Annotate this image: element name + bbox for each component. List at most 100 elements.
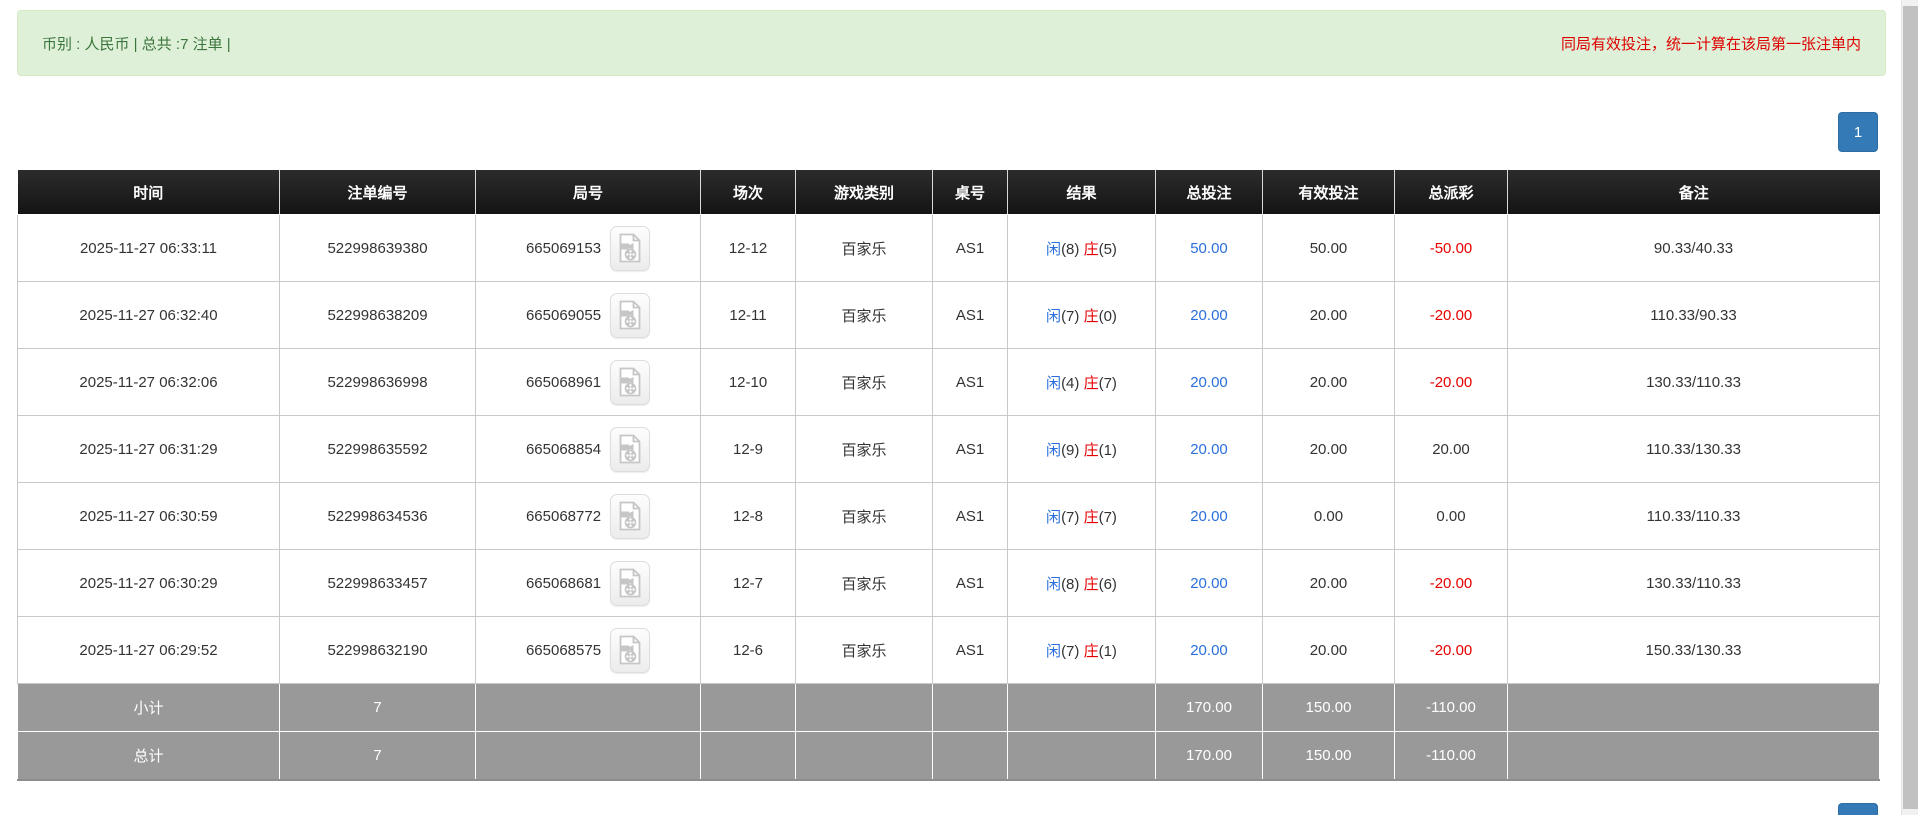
cell-remark: 130.33/110.33 [1507, 348, 1880, 416]
result-banker-label: 庄 [1083, 575, 1099, 593]
bet-record-row: 2025-11-27 06:30:59 522998634536 6650687… [17, 482, 1880, 550]
cell-total-bet[interactable]: 20.00 [1155, 281, 1263, 349]
bet-record-row: 2025-11-27 06:29:52 522998632190 6650685… [17, 616, 1880, 684]
cell-session: 12-12 [700, 214, 796, 282]
cell-game-type: 百家乐 [795, 415, 933, 483]
cell-result: 闲(8) 庄(6) [1007, 549, 1156, 617]
cell-result: 闲(7) 庄(7) [1007, 482, 1156, 550]
cell-total-bet[interactable]: 20.00 [1155, 616, 1263, 684]
cell-round-number: 665068681 [475, 549, 701, 617]
cell-total-bet[interactable]: 20.00 [1155, 549, 1263, 617]
cell-round-number: 665069153 [475, 214, 701, 282]
result-banker-score: (7) [1098, 508, 1117, 526]
cell-total-bet[interactable]: 50.00 [1155, 214, 1263, 282]
cell-time: 2025-11-27 06:29:52 [17, 616, 280, 684]
cell-game-type: 百家乐 [795, 549, 933, 617]
cell-payout: -50.00 [1394, 214, 1508, 282]
cell-bet-number: 522998634536 [279, 482, 476, 550]
vertical-scrollbar-track[interactable] [1901, 0, 1918, 815]
cell-round-number: 665068772 [475, 482, 701, 550]
video-replay-button[interactable] [610, 225, 651, 271]
result-player-label: 闲 [1046, 441, 1062, 459]
result-player-score: (4) [1061, 374, 1080, 392]
result-banker-score: (1) [1098, 642, 1117, 660]
cell-remark: 110.33/90.33 [1507, 281, 1880, 349]
cell-bet-number: 522998639380 [279, 214, 476, 282]
video-replay-button[interactable] [610, 493, 651, 539]
col-valid-bet: 有效投注 [1262, 170, 1395, 215]
video-replay-button[interactable] [610, 426, 651, 472]
bet-history-page: 币别 : 人民币 | 总共 :7 注单 | 同局有效投注，统一计算在该局第一张注… [0, 0, 1918, 815]
cell-time: 2025-11-27 06:32:40 [17, 281, 280, 349]
cell-total-bet[interactable]: 20.00 [1155, 482, 1263, 550]
valid-bet-notice-text: 同局有效投注，统一计算在该局第一张注单内 [1560, 35, 1861, 53]
result-banker-label: 庄 [1083, 642, 1099, 660]
cell-game-type: 百家乐 [795, 348, 933, 416]
video-file-icon [619, 635, 641, 665]
col-game-type: 游戏类别 [795, 170, 933, 215]
cell-table-number: AS1 [932, 549, 1008, 617]
cell-remark: 110.33/130.33 [1507, 415, 1880, 483]
bet-history-table-container: 时间 注单编号 局号 场次 游戏类别 桌号 结果 总投注 有效投注 总派彩 备注 2025-11-2… [17, 170, 1880, 781]
result-player-score: (7) [1061, 508, 1080, 526]
cell-time: 2025-11-27 06:30:59 [17, 482, 280, 550]
pagination-page-1-top[interactable]: 1 [1838, 112, 1878, 152]
subtotal-empty-session [700, 683, 796, 732]
result-player-label: 闲 [1046, 508, 1062, 526]
cell-bet-number: 522998632190 [279, 616, 476, 684]
cell-table-number: AS1 [932, 616, 1008, 684]
cell-bet-number: 522998635592 [279, 415, 476, 483]
bet-record-row: 2025-11-27 06:31:29 522998635592 6650688… [17, 415, 1880, 483]
cell-table-number: AS1 [932, 415, 1008, 483]
result-banker-score: (0) [1098, 307, 1117, 325]
video-replay-button[interactable] [610, 359, 651, 405]
result-banker-score: (5) [1098, 240, 1117, 258]
video-file-icon [619, 568, 641, 598]
cell-payout: -20.00 [1394, 549, 1508, 617]
cell-round-number: 665068575 [475, 616, 701, 684]
cell-result: 闲(8) 庄(5) [1007, 214, 1156, 282]
cell-time: 2025-11-27 06:32:06 [17, 348, 280, 416]
col-time: 时间 [17, 170, 280, 215]
video-replay-button[interactable] [610, 560, 651, 606]
subtotal-total-bet: 170.00 [1155, 683, 1263, 732]
bet-record-row: 2025-11-27 06:30:29 522998633457 6650686… [17, 549, 1880, 617]
cell-total-bet[interactable]: 20.00 [1155, 415, 1263, 483]
cell-result: 闲(9) 庄(1) [1007, 415, 1156, 483]
cell-remark: 110.33/110.33 [1507, 482, 1880, 550]
result-banker-label: 庄 [1083, 307, 1099, 325]
video-file-icon [619, 434, 641, 464]
cell-session: 12-11 [700, 281, 796, 349]
video-replay-button[interactable] [610, 627, 651, 673]
grand-total-empty-session [700, 731, 796, 781]
video-replay-button[interactable] [610, 292, 651, 338]
cell-round-number: 665069055 [475, 281, 701, 349]
bet-record-row: 2025-11-27 06:32:40 522998638209 6650690… [17, 281, 1880, 349]
subtotal-empty-game [795, 683, 933, 732]
round-number-text: 665068961 [525, 373, 602, 391]
grand-total-empty-remark [1507, 731, 1880, 781]
cell-valid-bet: 20.00 [1262, 616, 1395, 684]
subtotal-row: 小计 7 170.00 150.00 -110.00 [17, 683, 1880, 732]
subtotal-empty-remark [1507, 683, 1880, 732]
cell-table-number: AS1 [932, 482, 1008, 550]
grand-total-payout: -110.00 [1394, 731, 1508, 781]
cell-payout: 20.00 [1394, 415, 1508, 483]
pagination-page-1-bottom[interactable]: 1 [1838, 803, 1878, 815]
summary-banner: 币别 : 人民币 | 总共 :7 注单 | 同局有效投注，统一计算在该局第一张注… [17, 10, 1886, 76]
cell-time: 2025-11-27 06:33:11 [17, 214, 280, 282]
cell-valid-bet: 20.00 [1262, 281, 1395, 349]
vertical-scrollbar-thumb[interactable] [1903, 6, 1918, 809]
result-banker-score: (6) [1098, 575, 1117, 593]
cell-bet-number: 522998638209 [279, 281, 476, 349]
cell-total-bet[interactable]: 20.00 [1155, 348, 1263, 416]
grand-total-row: 总计 7 170.00 150.00 -110.00 [17, 731, 1880, 781]
cell-remark: 90.33/40.33 [1507, 214, 1880, 282]
result-banker-label: 庄 [1083, 508, 1099, 526]
result-banker-label: 庄 [1083, 374, 1099, 392]
round-number-text: 665069055 [525, 306, 602, 324]
cell-payout: -20.00 [1394, 348, 1508, 416]
result-banker-label: 庄 [1083, 240, 1099, 258]
grand-total-empty-result [1007, 731, 1156, 781]
bet-record-row: 2025-11-27 06:33:11 522998639380 6650691… [17, 214, 1880, 282]
